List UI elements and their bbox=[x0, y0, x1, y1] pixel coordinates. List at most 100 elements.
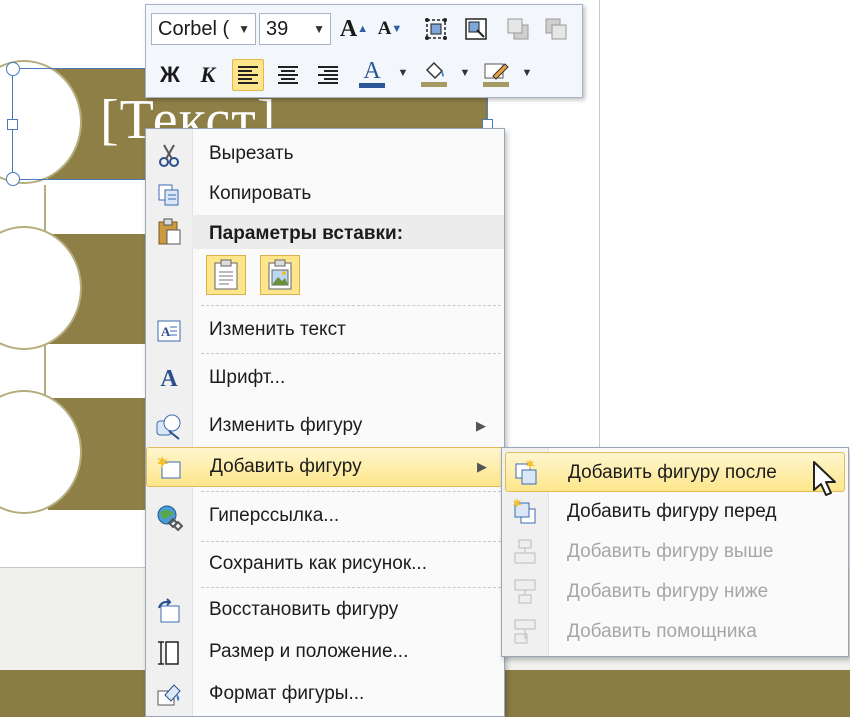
svg-text:A: A bbox=[161, 324, 171, 339]
bold-label: Ж bbox=[160, 62, 180, 87]
change-shape-icon bbox=[154, 412, 184, 442]
align-left-icon bbox=[238, 66, 258, 84]
format-shape-icon bbox=[154, 680, 184, 710]
font-color-button[interactable]: A bbox=[356, 57, 388, 89]
copy-icon bbox=[154, 180, 184, 210]
submenu-item-label: Добавить помощника bbox=[567, 621, 757, 642]
submenu-item-add-assistant: Добавить помощника bbox=[505, 612, 845, 652]
chevron-down-icon[interactable]: ▼ bbox=[520, 67, 534, 79]
font-color-swatch bbox=[359, 82, 385, 88]
font-size-value: 39 bbox=[266, 18, 289, 40]
scissors-icon bbox=[154, 140, 184, 170]
grow-font-icon: A bbox=[339, 15, 358, 42]
font-name-combo[interactable]: Corbel ( ▼ bbox=[151, 13, 256, 45]
submenu-item-add-below: Добавить фигуру ниже bbox=[505, 572, 845, 612]
chevron-down-icon[interactable]: ▼ bbox=[396, 67, 410, 79]
paste-as-picture-button[interactable] bbox=[260, 255, 300, 295]
shape-outline-button[interactable] bbox=[480, 57, 512, 89]
menu-item-size-position[interactable]: Размер и положение... bbox=[146, 633, 504, 673]
menu-item-label: Формат фигуры... bbox=[209, 683, 365, 704]
pencil-outline-icon bbox=[484, 62, 509, 80]
submenu-item-add-above: Добавить фигуру выше bbox=[505, 532, 845, 572]
send-backward-button[interactable] bbox=[540, 13, 572, 45]
chevron-down-icon[interactable]: ▼ bbox=[313, 14, 325, 44]
font-icon: A bbox=[160, 365, 178, 392]
context-menu: Вырезать Копировать Параметры вставки: A… bbox=[145, 128, 505, 717]
menu-separator bbox=[201, 541, 501, 542]
font-name-value: Corbel ( bbox=[158, 18, 230, 40]
menu-separator bbox=[201, 587, 501, 588]
menu-item-label: Сохранить как рисунок... bbox=[209, 553, 427, 574]
add-shape-before-icon bbox=[511, 497, 541, 527]
menu-item-hyperlink[interactable]: Гиперссылка... bbox=[146, 497, 504, 537]
select-all-shapes-button[interactable] bbox=[420, 13, 452, 45]
submenu-item-add-before[interactable]: Добавить фигуру перед bbox=[505, 492, 845, 532]
menu-item-cut[interactable]: Вырезать bbox=[146, 135, 504, 175]
resize-handle-bottom-left[interactable] bbox=[6, 172, 20, 186]
shrink-font-icon: A bbox=[377, 18, 392, 39]
menu-item-change-shape[interactable]: Изменить фигуру ▶ bbox=[146, 407, 504, 447]
send-backward-icon bbox=[545, 18, 567, 40]
paste-text-icon bbox=[214, 259, 238, 290]
submenu-item-label: Добавить фигуру перед bbox=[567, 501, 777, 522]
mouse-cursor-icon bbox=[813, 461, 836, 496]
shrink-font-button[interactable]: A ▼ bbox=[374, 13, 406, 45]
menu-item-copy[interactable]: Копировать bbox=[146, 175, 504, 215]
bring-forward-icon bbox=[507, 18, 529, 40]
add-shape-below-icon bbox=[511, 577, 541, 607]
chevron-down-icon[interactable]: ▼ bbox=[238, 14, 250, 44]
menu-item-save-as-picture[interactable]: Сохранить как рисунок... bbox=[146, 545, 504, 585]
add-shape-submenu: Добавить фигуру после Добавить фигуру пе… bbox=[501, 447, 849, 657]
shape-fill-button[interactable] bbox=[418, 57, 450, 89]
resize-handle-top-left[interactable] bbox=[6, 62, 20, 76]
align-left-button[interactable] bbox=[232, 59, 264, 91]
menu-item-label: Гиперссылка... bbox=[209, 505, 340, 526]
fill-color-swatch bbox=[421, 81, 447, 87]
submenu-item-label: Добавить фигуру ниже bbox=[567, 581, 769, 602]
mini-toolbar: Corbel ( ▼ 39 ▼ A ▲ A ▼ Ж К A ▼ ▼ ▼ bbox=[145, 4, 583, 98]
submenu-item-label: Добавить фигуру после bbox=[568, 462, 777, 483]
paste-keep-text-button[interactable] bbox=[206, 255, 246, 295]
bring-forward-button[interactable] bbox=[502, 13, 534, 45]
menu-item-add-shape[interactable]: Добавить фигуру ▶ bbox=[146, 447, 504, 487]
menu-item-label: Изменить текст bbox=[209, 319, 346, 340]
resize-shape-button[interactable] bbox=[460, 13, 492, 45]
menu-item-font[interactable]: A Шрифт... bbox=[146, 359, 504, 399]
menu-item-label: Копировать bbox=[209, 183, 312, 204]
align-right-button[interactable] bbox=[312, 59, 344, 91]
align-right-icon bbox=[318, 66, 338, 84]
menu-item-label: Шрифт... bbox=[209, 367, 286, 388]
add-shape-icon bbox=[155, 453, 185, 483]
menu-item-label: Размер и положение... bbox=[209, 641, 409, 662]
size-position-icon bbox=[154, 638, 184, 668]
font-color-label: A bbox=[363, 57, 381, 84]
paste-picture-icon bbox=[268, 259, 292, 290]
submenu-arrow-icon: ▶ bbox=[477, 459, 487, 474]
font-size-combo[interactable]: 39 ▼ bbox=[259, 13, 331, 45]
submenu-item-label: Добавить фигуру выше bbox=[567, 541, 774, 562]
edit-text-icon: A bbox=[154, 316, 184, 346]
submenu-item-add-after[interactable]: Добавить фигуру после bbox=[505, 452, 845, 492]
hyperlink-icon bbox=[154, 502, 184, 532]
bold-button[interactable]: Ж bbox=[154, 59, 186, 91]
add-assistant-icon bbox=[511, 617, 541, 647]
add-shape-above-icon bbox=[511, 537, 541, 567]
align-center-button[interactable] bbox=[272, 59, 304, 91]
menu-separator bbox=[201, 305, 501, 306]
menu-separator bbox=[201, 353, 501, 354]
italic-button[interactable]: К bbox=[192, 59, 224, 91]
grow-font-button[interactable]: A ▲ bbox=[338, 13, 370, 45]
menu-item-format-shape[interactable]: Формат фигуры... bbox=[146, 675, 504, 715]
italic-label: К bbox=[200, 62, 216, 87]
chevron-down-icon[interactable]: ▼ bbox=[458, 67, 472, 79]
resize-handle-middle-left[interactable] bbox=[7, 119, 18, 130]
menu-item-edit-text[interactable]: A Изменить текст bbox=[146, 311, 504, 351]
menu-item-reset-shape[interactable]: Восстановить фигуру bbox=[146, 591, 504, 631]
paste-options-heading: Параметры вставки: bbox=[209, 223, 404, 244]
select-shapes-icon bbox=[425, 18, 447, 40]
align-center-icon bbox=[278, 66, 298, 84]
outline-color-swatch bbox=[483, 81, 509, 87]
menu-item-label: Вырезать bbox=[209, 143, 294, 164]
paint-bucket-icon bbox=[425, 61, 444, 79]
menu-item-label: Изменить фигуру bbox=[209, 415, 363, 436]
